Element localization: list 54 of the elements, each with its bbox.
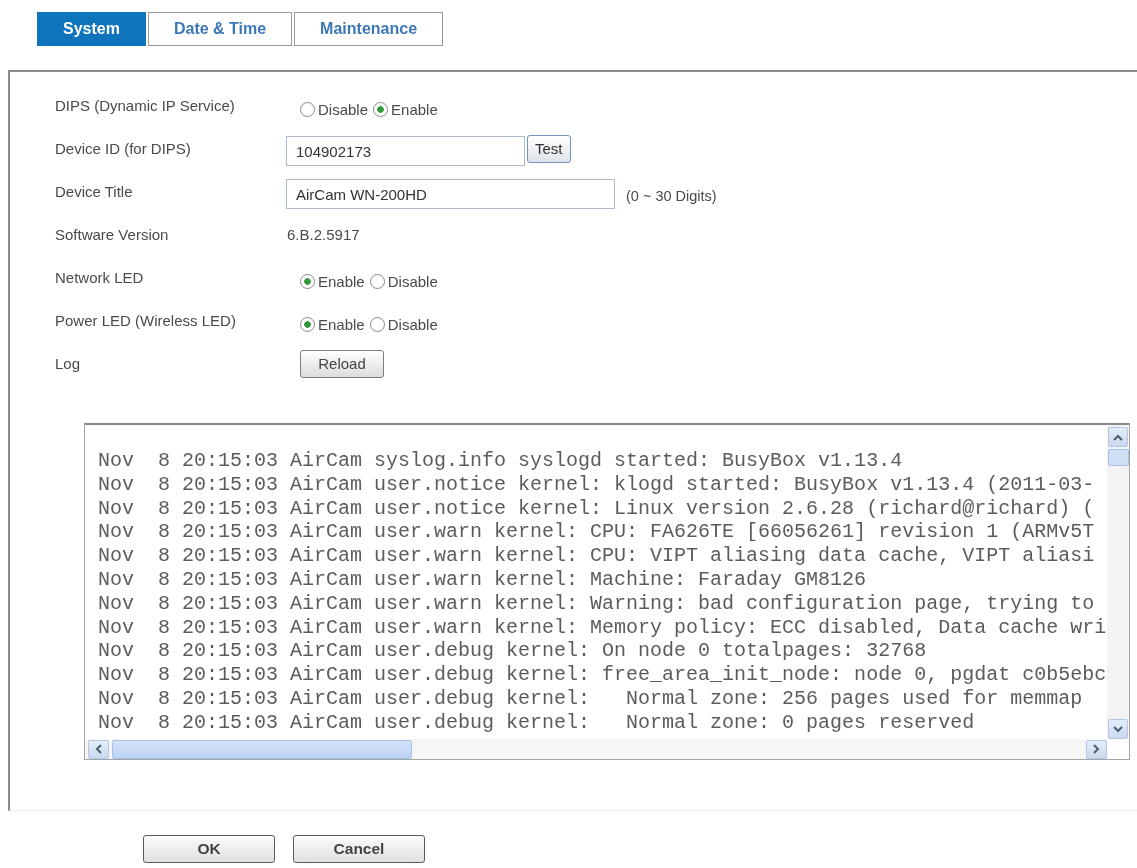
text-field[interactable]: 104902173 <box>286 136 525 166</box>
radio-button[interactable] <box>300 317 315 332</box>
scroll-right-button[interactable] <box>1086 739 1107 759</box>
log-line: Nov 8 20:15:03 AirCam user.debug kernel: Normal zone: 256 pages used for memmap <box>98 686 1083 711</box>
field-label: DIPS (Dynamic IP Service) <box>55 97 236 114</box>
radio-label[interactable]: Disable <box>387 273 438 290</box>
log-line: Nov 8 20:15:03 AirCam user.warn kernel: CPU: VIPT aliasing data cache, VIPT aliasi <box>98 544 1095 568</box>
tab[interactable]: Maintenance <box>294 12 444 46</box>
log-line: Nov 8 20:15:03 AirCam user.warn kernel: CPU: FA626TE [66056261] revision 1 (ARMv5T <box>98 520 1095 545</box>
radio-button[interactable] <box>369 317 385 332</box>
vertical-scrollbar[interactable] <box>1107 425 1129 739</box>
log-line: Nov 8 20:15:03 AirCam user.debug kernel: On node 0 totalpages: 32768 <box>98 639 927 664</box>
log-line: Nov 8 20:15:03 AirCam user.warn kernel: Machine: Faraday GM8126 <box>98 568 867 592</box>
reload-button[interactable]: Reload <box>300 349 384 378</box>
radio-label[interactable]: Disable <box>318 101 369 118</box>
radio-label[interactable]: Enable <box>318 273 365 290</box>
value-text: 6.B.2.5917 <box>286 226 360 243</box>
log-line: Nov 8 20:15:03 AirCam user.notice kernel: klogd started: BusyBox v1.13.4 (2011-03- <box>98 472 1095 497</box>
radio-button[interactable] <box>300 102 315 117</box>
field-label: Device ID (for DIPS) <box>55 140 192 157</box>
radio-button[interactable] <box>300 274 315 289</box>
scroll-down-button[interactable] <box>1108 719 1128 739</box>
dialog-button[interactable]: Cancel <box>293 835 425 863</box>
tab[interactable]: Date & Time <box>147 12 293 46</box>
radio-button[interactable] <box>373 102 389 117</box>
radio-label[interactable]: Enable <box>391 101 438 118</box>
log-line: Nov 8 20:15:03 AirCam syslog.info syslogd started: BusyBox v1.13.4 <box>98 449 903 473</box>
scrollbar-thumb[interactable] <box>112 739 412 759</box>
field-label: Network LED <box>55 269 145 286</box>
log-line: Nov 8 20:15:03 AirCam user.warn kernel: Warning: bad configuration page, trying to <box>98 591 1095 616</box>
log-line: Nov 8 20:15:03 AirCam user.debug kernel: Normal zone: 0 pages reserved <box>98 710 975 735</box>
text-field[interactable]: AirCam WN-200HD <box>286 179 615 209</box>
field-label: Software Version <box>55 226 170 243</box>
log-line: Nov 8 20:15:03 AirCam user.debug kernel: free_area_init_node: node 0, pgdat c0b5ebc <box>98 663 1107 687</box>
dialog-button[interactable]: OK <box>143 835 275 863</box>
radio-label[interactable]: Enable <box>318 316 365 333</box>
scroll-up-button[interactable] <box>1108 427 1128 447</box>
radio-button[interactable] <box>369 274 385 289</box>
test-button[interactable]: Test <box>527 134 571 163</box>
log-line: Nov 8 20:15:03 AirCam user.notice kernel: Linux version 2.6.28 (richard@richard) ( <box>98 496 1095 521</box>
field-label: Log <box>55 355 82 372</box>
hint-text: (0 ~ 30 Digits) <box>626 187 717 204</box>
tab[interactable]: System <box>37 12 146 46</box>
chevron-up-icon <box>1113 433 1123 441</box>
chevron-down-icon <box>1113 725 1123 733</box>
scrollbar-thumb[interactable] <box>1107 449 1129 466</box>
horizontal-scrollbar[interactable] <box>85 739 1107 759</box>
field-label: Device Title <box>55 183 134 200</box>
scroll-left-button[interactable] <box>88 739 109 759</box>
chevron-left-icon <box>95 744 102 754</box>
field-label: Power LED (Wireless LED) <box>55 312 237 329</box>
chevron-right-icon <box>1093 744 1100 754</box>
radio-label[interactable]: Disable <box>387 316 438 333</box>
log-line: Nov 8 20:15:03 AirCam user.warn kernel: Memory policy: ECC disabled, Data cache wri <box>98 615 1107 640</box>
